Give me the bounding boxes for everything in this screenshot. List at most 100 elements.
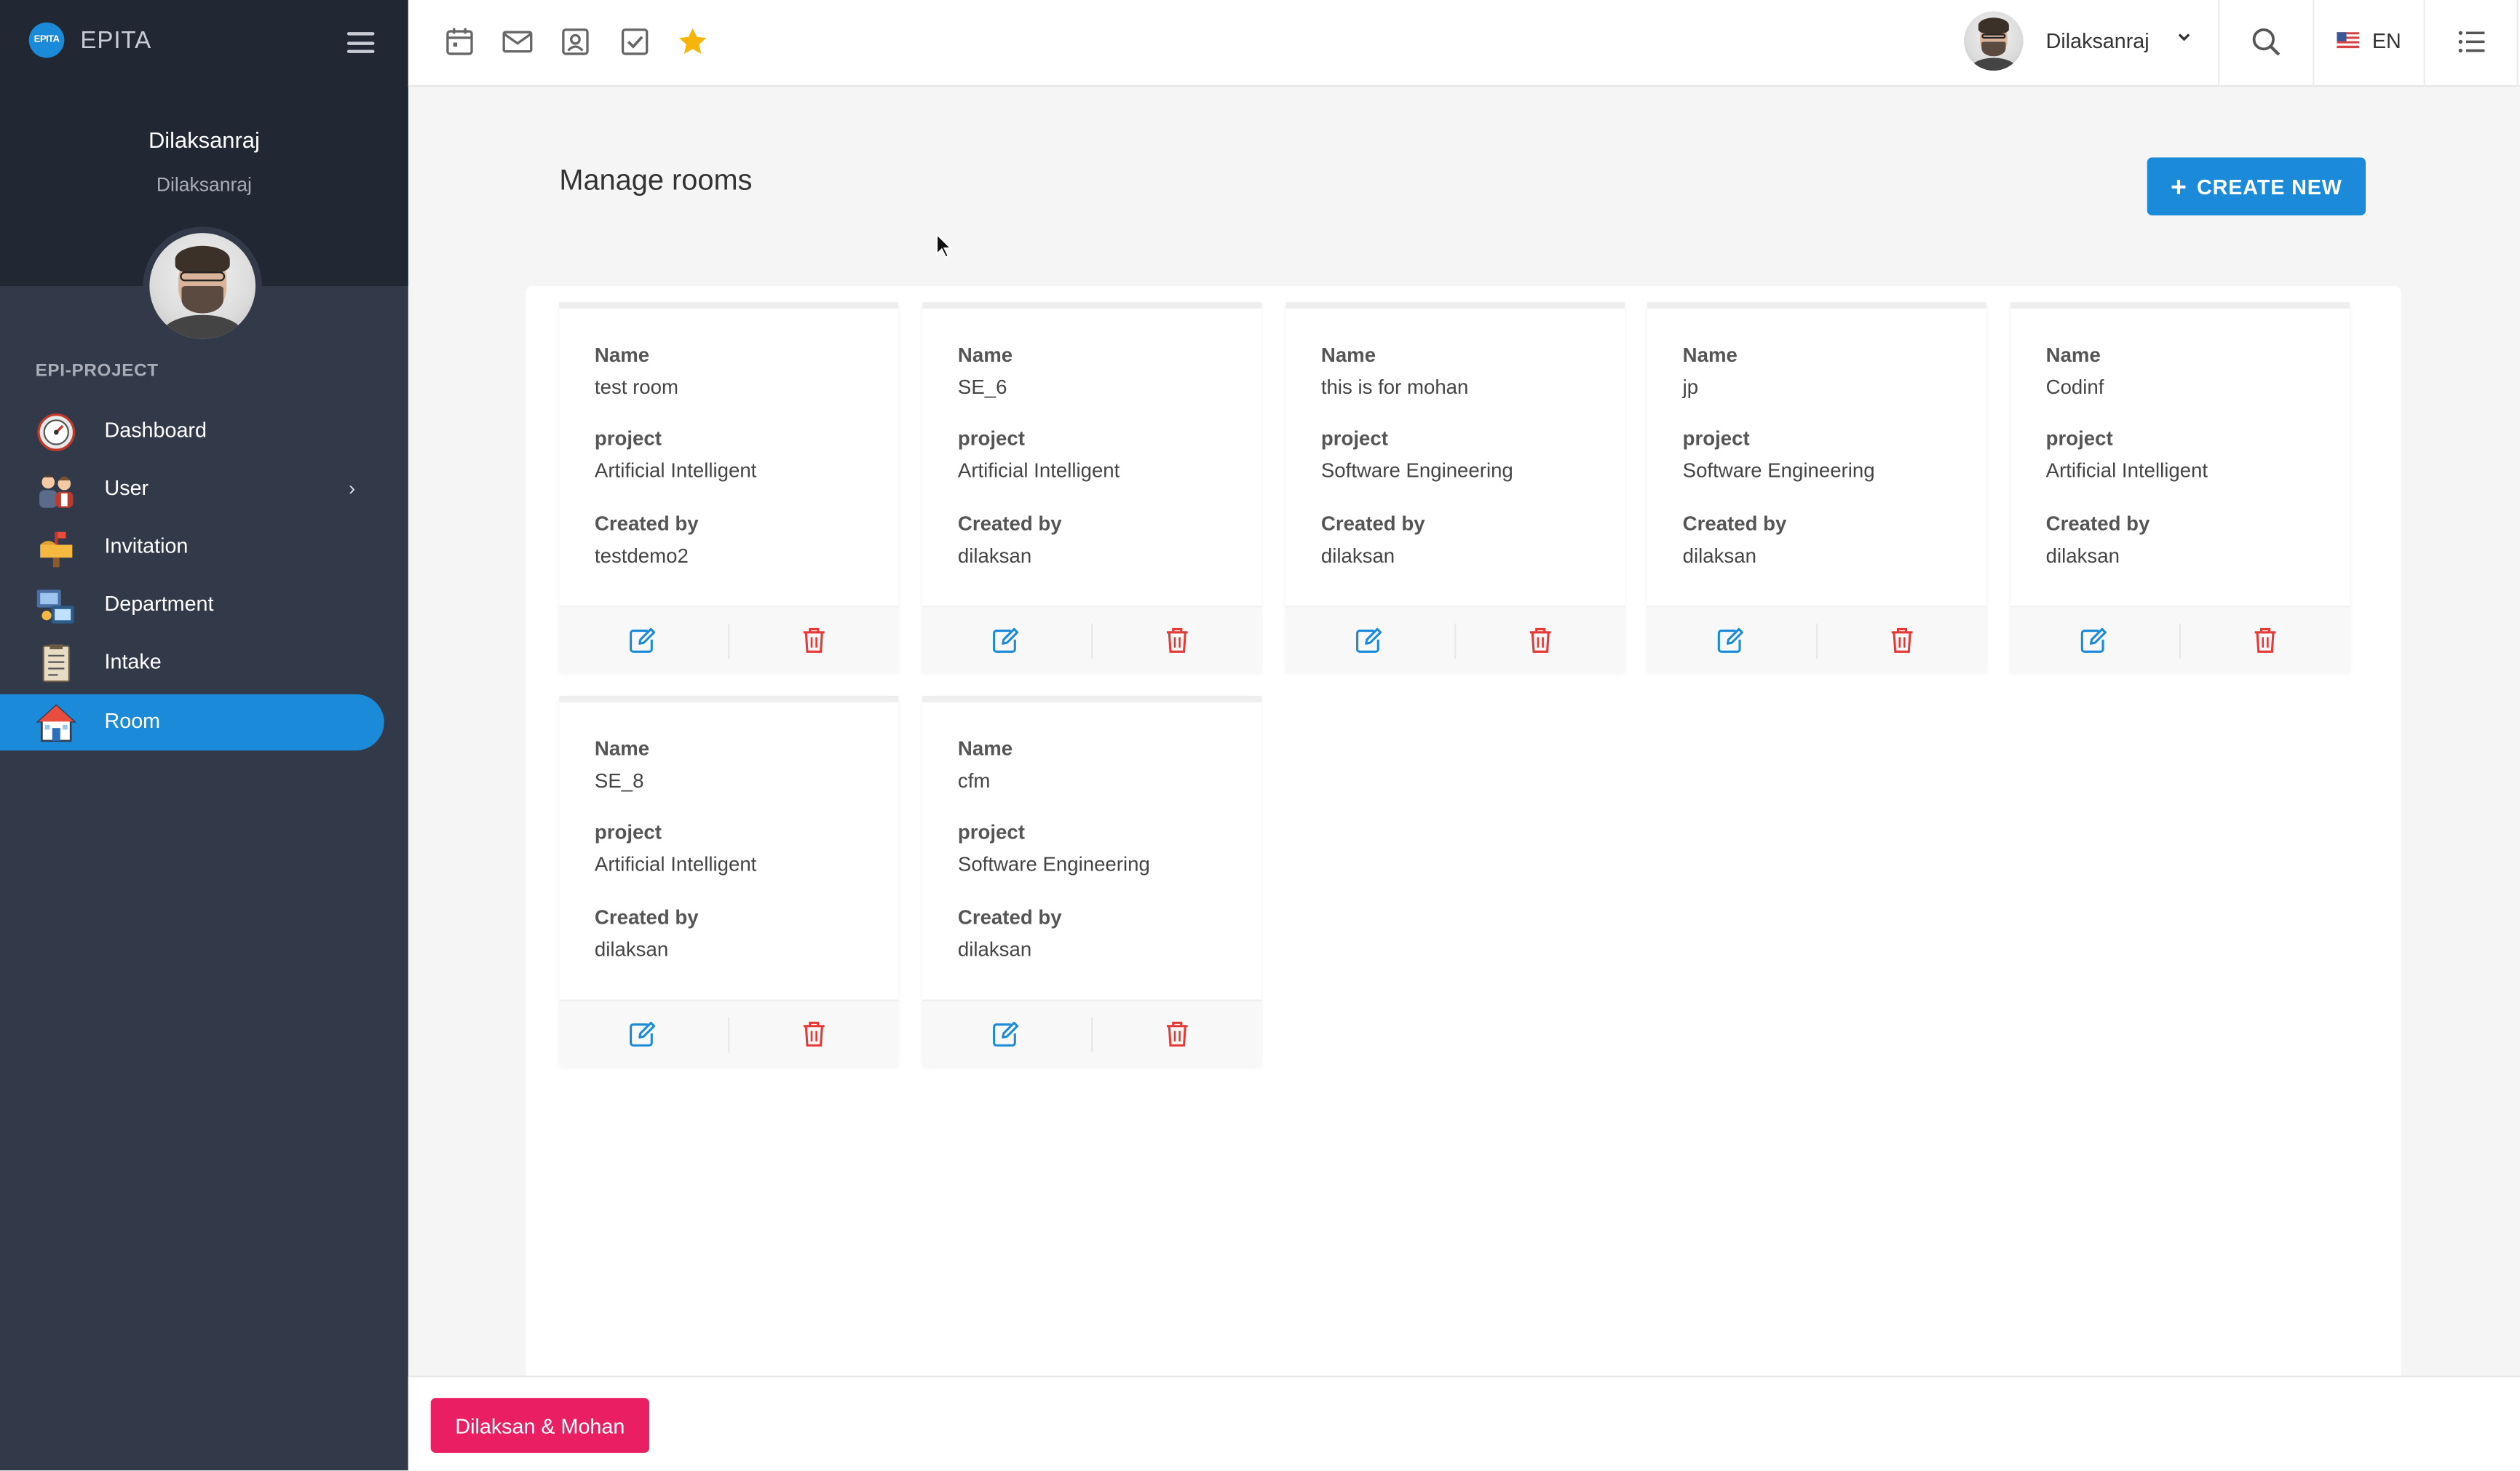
department-icon bbox=[36, 590, 74, 624]
mailbox-icon bbox=[40, 531, 73, 568]
room-created-by-label: Created by bbox=[1682, 512, 1787, 536]
top-bar: Dilaksanraj EN bbox=[408, 0, 2520, 87]
page-title: Manage rooms bbox=[559, 164, 753, 197]
sidebar-item-label: Invitation bbox=[104, 534, 189, 558]
room-name: test room bbox=[594, 376, 678, 399]
edit-icon[interactable] bbox=[1355, 627, 1382, 654]
delete-icon[interactable] bbox=[2253, 627, 2277, 654]
room-project-label: project bbox=[1682, 427, 1750, 451]
language-selector[interactable]: EN bbox=[2372, 29, 2401, 53]
delete-icon[interactable] bbox=[1529, 627, 1553, 654]
sidebar-item-label: Room bbox=[104, 708, 161, 733]
edit-icon[interactable] bbox=[991, 1020, 1019, 1048]
room-name: cfm bbox=[957, 769, 991, 793]
room-card: Name test room project Artificial Intellige… bbox=[559, 302, 899, 672]
delete-icon[interactable] bbox=[1165, 627, 1189, 654]
contacts-icon[interactable] bbox=[559, 25, 591, 58]
room-created-by-label: Created by bbox=[2045, 512, 2150, 536]
sidebar-section-title: EPI-PROJECT bbox=[35, 361, 159, 381]
room-name-label: Name bbox=[594, 737, 650, 761]
sidebar-item-user[interactable]: User › bbox=[0, 461, 384, 518]
room-created-by: dilaksan bbox=[957, 938, 1032, 961]
menu-toggle-icon[interactable] bbox=[346, 32, 375, 53]
mouse-cursor-icon bbox=[936, 233, 952, 258]
delete-icon[interactable] bbox=[802, 1020, 826, 1048]
edit-icon[interactable] bbox=[1716, 627, 1744, 654]
room-project: Software Engineering bbox=[1682, 459, 1875, 483]
room-created-by-label: Created by bbox=[957, 906, 1062, 929]
sidebar-item-invitation[interactable]: Invitation bbox=[0, 519, 384, 575]
room-name-label: Name bbox=[594, 344, 650, 367]
room-card: Name SE_8 project Artificial Intelligent Cre… bbox=[559, 696, 899, 1066]
room-name: SE_8 bbox=[594, 769, 644, 793]
room-project: Software Engineering bbox=[957, 853, 1150, 876]
users-icon bbox=[39, 474, 74, 508]
room-created-by-label: Created by bbox=[1320, 512, 1425, 536]
room-created-by: dilaksan bbox=[957, 544, 1032, 568]
room-created-by-label: Created by bbox=[594, 906, 699, 929]
room-name-label: Name bbox=[1682, 344, 1738, 367]
room-created-by: dilaksan bbox=[1320, 544, 1395, 568]
brand[interactable]: EPITA EPITA bbox=[28, 22, 152, 58]
sidebar-item-label: Department bbox=[104, 591, 214, 616]
room-card: Name SE_6 project Artificial Intelligent Cre… bbox=[922, 302, 1262, 672]
room-name: Codinf bbox=[2045, 376, 2104, 399]
room-project: Artificial Intelligent bbox=[594, 459, 757, 483]
epita-logo: EPITA bbox=[28, 22, 65, 58]
room-project-label: project bbox=[1320, 427, 1388, 451]
delete-icon[interactable] bbox=[1165, 1020, 1189, 1048]
edit-icon[interactable] bbox=[2080, 627, 2107, 654]
calendar-icon[interactable] bbox=[443, 25, 475, 58]
us-flag-icon[interactable] bbox=[2337, 32, 2360, 49]
sidebar-item-dashboard[interactable]: Dashboard bbox=[0, 403, 384, 459]
room-project-label: project bbox=[957, 427, 1025, 451]
room-project-label: project bbox=[2045, 427, 2113, 451]
rooms-panel: Name test room project Artificial Intellige… bbox=[525, 286, 2401, 1411]
room-created-by-label: Created by bbox=[957, 512, 1062, 536]
document-icon bbox=[42, 644, 71, 683]
edit-icon[interactable] bbox=[628, 1020, 656, 1048]
room-card: Name this is for mohan project Software Eng… bbox=[1285, 302, 1625, 672]
room-card: Name Codinf project Artificial Intelligent C… bbox=[2010, 302, 2350, 672]
room-name: jp bbox=[1682, 376, 1699, 399]
room-created-by-label: Created by bbox=[594, 512, 699, 536]
edit-icon[interactable] bbox=[628, 627, 656, 654]
room-project-label: project bbox=[594, 427, 662, 451]
user-menu-name[interactable]: Dilaksanraj bbox=[2046, 29, 2149, 53]
chevron-right-icon: › bbox=[349, 477, 355, 500]
create-new-button[interactable]: + CREATE NEW bbox=[2147, 157, 2366, 215]
sidebar-item-label: Intake bbox=[104, 649, 162, 674]
room-card-actions bbox=[922, 999, 1262, 1066]
footer: Dilaksan & Mohan bbox=[408, 1375, 2520, 1471]
list-menu-icon[interactable] bbox=[2456, 25, 2488, 58]
room-name-label: Name bbox=[957, 344, 1013, 367]
tasks-icon[interactable] bbox=[619, 25, 651, 58]
room-card-actions bbox=[2010, 606, 2350, 672]
delete-icon[interactable] bbox=[802, 627, 826, 654]
room-created-by: testdemo2 bbox=[594, 544, 689, 568]
room-card-actions bbox=[1647, 606, 1986, 672]
search-icon[interactable] bbox=[2250, 25, 2282, 58]
star-icon[interactable] bbox=[677, 25, 709, 58]
sidebar-item-room[interactable]: Room bbox=[0, 694, 384, 751]
sidebar-item-department[interactable]: Department bbox=[0, 577, 384, 633]
chevron-down-icon[interactable] bbox=[2174, 28, 2193, 47]
room-card: Name cfm project Software Engineering Create… bbox=[922, 696, 1262, 1066]
mail-icon[interactable] bbox=[502, 25, 534, 58]
room-created-by: dilaksan bbox=[594, 938, 669, 961]
user-avatar[interactable] bbox=[1964, 11, 2024, 71]
sidebar-item-intake[interactable]: Intake bbox=[0, 635, 384, 691]
room-name: SE_6 bbox=[957, 376, 1007, 399]
brand-name: EPITA bbox=[80, 26, 152, 54]
footer-credits-button[interactable]: Dilaksan & Mohan bbox=[430, 1397, 649, 1453]
profile-subtitle: Dilaksanraj bbox=[156, 173, 252, 197]
delete-icon[interactable] bbox=[1890, 627, 1914, 654]
room-project: Software Engineering bbox=[1320, 459, 1513, 483]
room-created-by: dilaksan bbox=[1682, 544, 1756, 568]
room-name-label: Name bbox=[957, 737, 1013, 761]
room-card-actions bbox=[922, 606, 1262, 672]
room-project: Artificial Intelligent bbox=[2045, 459, 2208, 483]
edit-icon[interactable] bbox=[991, 627, 1019, 654]
room-name-label: Name bbox=[1320, 344, 1376, 367]
room-card-actions bbox=[559, 606, 899, 672]
